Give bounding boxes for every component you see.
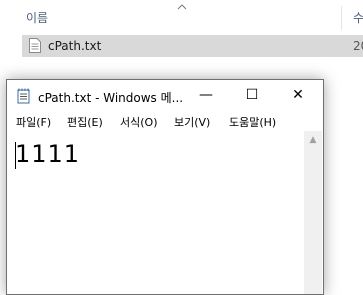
- file-date-partial: 20: [353, 39, 363, 53]
- file-row-cpath[interactable]: cPath.txt 20: [22, 35, 363, 57]
- column-header-next[interactable]: 수: [353, 9, 363, 26]
- scroll-up-icon[interactable]: ▲: [304, 133, 322, 147]
- vertical-scrollbar[interactable]: ▲: [304, 131, 322, 294]
- menu-view[interactable]: 보기(V): [174, 114, 210, 130]
- text-file-icon: [29, 38, 41, 57]
- menu-edit[interactable]: 편집(E): [67, 114, 103, 130]
- menu-file[interactable]: 파일(F): [16, 114, 51, 130]
- text-editor-area[interactable]: 1111: [9, 131, 304, 294]
- maximize-button[interactable]: ☐: [229, 80, 275, 111]
- menu-bar: 파일(F) 편집(E) 서식(O) 보기(V) 도움말(H): [7, 111, 323, 131]
- column-header-name[interactable]: 이름: [26, 9, 48, 26]
- title-bar[interactable]: cPath.txt - Windows 메... — ☐ ✕: [7, 80, 323, 111]
- minimize-button[interactable]: —: [183, 80, 229, 111]
- file-name: cPath.txt: [48, 39, 102, 53]
- editor-content: 1111: [15, 140, 81, 168]
- window-title: cPath.txt - Windows 메...: [38, 91, 184, 105]
- column-divider[interactable]: [341, 6, 342, 30]
- menu-format[interactable]: 서식(O): [120, 114, 157, 130]
- notepad-window[interactable]: cPath.txt - Windows 메... — ☐ ✕ 파일(F) 편집(…: [6, 79, 324, 295]
- sort-ascending-icon: [177, 0, 187, 14]
- menu-help[interactable]: 도움말(H): [229, 114, 276, 130]
- notepad-icon: [17, 88, 31, 108]
- column-header-row: 이름 수: [0, 0, 363, 34]
- close-button[interactable]: ✕: [275, 80, 321, 111]
